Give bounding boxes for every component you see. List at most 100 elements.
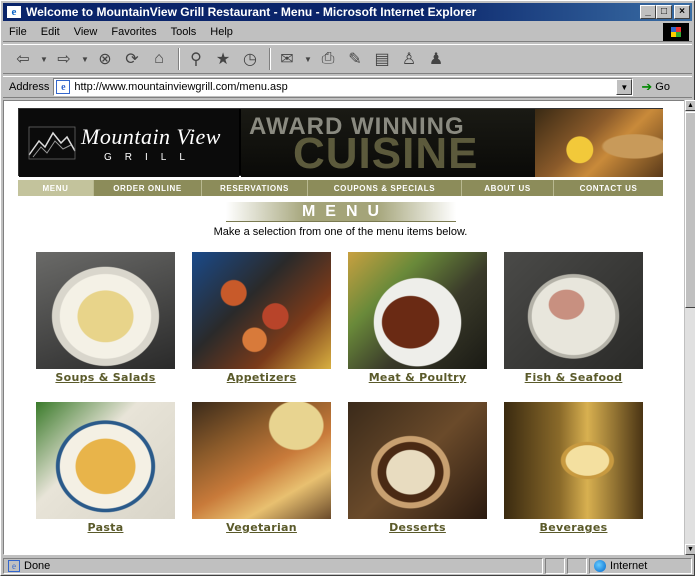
page-viewport[interactable]: Mountain View GRILL AWARD WINNING CUISIN…: [3, 100, 684, 555]
page-done-icon: e: [8, 560, 20, 572]
menu-item-meat-poultry[interactable]: Meat & Poultry: [348, 252, 487, 384]
menu-heading: MENU: [18, 202, 663, 222]
toolbar-separator: [178, 48, 180, 70]
forward-dropdown-icon[interactable]: ▼: [79, 47, 91, 71]
menu-item-label[interactable]: Vegetarian: [192, 521, 331, 534]
award-line2: CUISINE: [293, 129, 479, 177]
menu-item-label[interactable]: Meat & Poultry: [348, 371, 487, 384]
zone-text: Internet: [610, 560, 648, 572]
award-banner: AWARD WINNING CUISINE: [241, 109, 535, 177]
history-icon[interactable]: ◷: [238, 47, 262, 71]
menu-item-label[interactable]: Pasta: [36, 521, 175, 534]
print-icon[interactable]: ⎙: [316, 47, 340, 71]
vegetarian-photo[interactable]: [192, 402, 331, 519]
beverages-photo[interactable]: [504, 402, 643, 519]
title-bar: e Welcome to MountainView Grill Restaura…: [3, 3, 692, 21]
stop-icon[interactable]: ⊗: [93, 47, 117, 71]
menu-item-appetizers[interactable]: Appetizers: [192, 252, 331, 384]
site-header: Mountain View GRILL AWARD WINNING CUISIN…: [18, 108, 663, 177]
windows-logo-icon: [663, 23, 689, 41]
nav-contact-us[interactable]: CONTACT US: [554, 180, 663, 196]
back-dropdown-icon[interactable]: ▼: [38, 47, 50, 71]
home-icon[interactable]: ⌂: [147, 47, 171, 71]
menu-favorites[interactable]: Favorites: [111, 26, 156, 38]
menu-item-desserts[interactable]: Desserts: [348, 402, 487, 534]
minimize-button[interactable]: _: [640, 5, 656, 19]
toolbar-separator: [269, 48, 271, 70]
desserts-photo[interactable]: [348, 402, 487, 519]
security-zone: Internet: [589, 558, 692, 574]
menu-item-label[interactable]: Fish & Seafood: [504, 371, 643, 384]
go-arrow-icon: ➔: [641, 79, 653, 94]
address-url[interactable]: http://www.mountainviewgrill.com/menu.as…: [74, 81, 616, 93]
status-bar: e Done Internet: [3, 557, 692, 575]
menu-item-pasta[interactable]: Pasta: [36, 402, 175, 534]
favorites-icon[interactable]: ★: [211, 47, 235, 71]
menu-help[interactable]: Help: [210, 26, 233, 38]
edit-icon[interactable]: ✎: [343, 47, 367, 71]
mail-dropdown-icon[interactable]: ▼: [302, 47, 314, 71]
menu-item-label[interactable]: Desserts: [348, 521, 487, 534]
user-icon[interactable]: ♟: [424, 47, 448, 71]
menu-file[interactable]: File: [9, 26, 27, 38]
messenger-icon[interactable]: ♙: [397, 47, 421, 71]
globe-icon: [594, 560, 606, 572]
menu-item-vegetarian[interactable]: Vegetarian: [192, 402, 331, 534]
go-button[interactable]: ➔ Go: [641, 79, 670, 95]
menu-item-label[interactable]: Beverages: [504, 521, 643, 534]
page-icon: e: [56, 80, 71, 94]
forward-icon[interactable]: ⇨: [52, 47, 76, 71]
menu-tools[interactable]: Tools: [171, 26, 197, 38]
menu-item-label[interactable]: Appetizers: [192, 371, 331, 384]
nav-order-online[interactable]: ORDER ONLINE: [94, 180, 202, 196]
vertical-scrollbar[interactable]: ▲ ▼: [684, 100, 695, 555]
search-icon[interactable]: ⚲: [184, 47, 208, 71]
pasta-photo[interactable]: [36, 402, 175, 519]
menu-heading-text: MENU: [225, 202, 456, 222]
mountain-logo-icon: [28, 126, 76, 160]
menu-item-label[interactable]: Soups & Salads: [36, 371, 175, 384]
status-cell: [545, 558, 565, 574]
nav-reservations[interactable]: RESERVATIONS: [202, 180, 308, 196]
scroll-thumb[interactable]: [685, 112, 695, 308]
ie-icon: e: [6, 5, 22, 19]
menu-view[interactable]: View: [74, 26, 98, 38]
status-cell: [567, 558, 587, 574]
menu-subtitle: Make a selection from one of the menu it…: [213, 226, 468, 238]
soups-salads-photo[interactable]: [36, 252, 175, 369]
site-nav: MENU ORDER ONLINE RESERVATIONS COUPONS &…: [18, 180, 663, 196]
grilled-food-photo: [535, 109, 663, 177]
address-label: Address: [9, 81, 50, 93]
status-main: e Done: [3, 558, 543, 574]
back-icon[interactable]: ⇦: [11, 47, 35, 71]
fish-seafood-photo[interactable]: [504, 252, 643, 369]
address-bar: Address e http://www.mountainviewgrill.c…: [3, 76, 692, 98]
menu-item-fish-seafood[interactable]: Fish & Seafood: [504, 252, 643, 384]
menu-edit[interactable]: Edit: [41, 26, 60, 38]
browser-window: e Welcome to MountainView Grill Restaura…: [0, 0, 695, 576]
nav-about-us[interactable]: ABOUT US: [462, 180, 554, 196]
address-input[interactable]: e http://www.mountainviewgrill.com/menu.…: [53, 78, 634, 96]
logo-subname: GRILL: [104, 151, 198, 163]
site-content: Mountain View GRILL AWARD WINNING CUISIN…: [18, 108, 663, 554]
discuss-icon[interactable]: ▤: [370, 47, 394, 71]
window-title: Welcome to MountainView Grill Restaurant…: [26, 5, 477, 19]
menu-item-soups-salads[interactable]: Soups & Salads: [36, 252, 175, 384]
mail-icon[interactable]: ✉: [275, 47, 299, 71]
scroll-down-icon[interactable]: ▼: [685, 544, 695, 555]
address-dropdown-icon[interactable]: ▼: [616, 79, 633, 95]
nav-coupons-specials[interactable]: COUPONS & SPECIALS: [308, 180, 462, 196]
close-button[interactable]: ×: [674, 5, 690, 19]
site-logo[interactable]: Mountain View GRILL: [19, 109, 239, 177]
status-text: Done: [24, 560, 51, 572]
meat-poultry-photo[interactable]: [348, 252, 487, 369]
maximize-button[interactable]: □: [656, 5, 672, 19]
nav-menu[interactable]: MENU: [18, 180, 94, 196]
refresh-icon[interactable]: ⟳: [120, 47, 144, 71]
menu-bar: File Edit View Favorites Tools Help: [3, 23, 692, 42]
standard-toolbar: ⇦ ▼ ⇨ ▼ ⊗ ⟳ ⌂ ⚲ ★ ◷ ✉ ▼ ⎙ ✎ ▤ ♙ ♟: [3, 44, 692, 74]
menu-item-beverages[interactable]: Beverages: [504, 402, 643, 534]
scroll-up-icon[interactable]: ▲: [685, 100, 695, 111]
go-label: Go: [655, 81, 670, 93]
appetizers-photo[interactable]: [192, 252, 331, 369]
